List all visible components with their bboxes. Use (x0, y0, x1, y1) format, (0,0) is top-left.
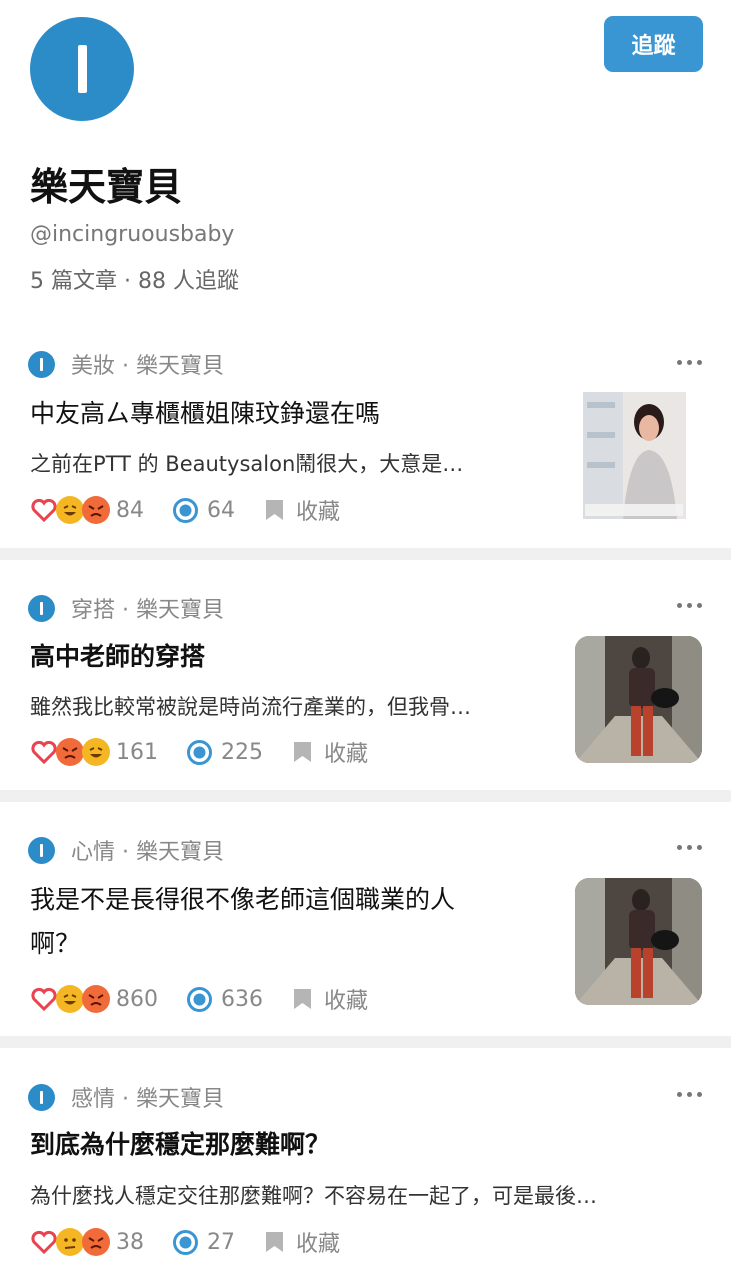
post-meta: 穿搭 · 樂天寶貝 (28, 592, 224, 624)
save-label[interactable]: 收藏 (324, 736, 368, 768)
post-meta: 美妝 · 樂天寶貝 (28, 348, 224, 380)
post-thumbnail[interactable] (575, 636, 702, 763)
comment-count: 64 (207, 497, 235, 523)
post-actions: 84 64 收藏 (30, 494, 340, 526)
post-divider (0, 790, 731, 802)
post-card[interactable]: 美妝 · 樂天寶貝 中友高ㄙ專櫃櫃姐陳玟錚還在嗎 之前在PTT 的 Beauty… (0, 330, 731, 548)
post-category: 心情 · 樂天寶貝 (71, 840, 224, 865)
heart-reaction-icon (30, 985, 58, 1013)
reaction-count: 84 (116, 497, 144, 523)
save-label[interactable]: 收藏 (296, 494, 340, 526)
grumpy-reaction-icon (56, 1228, 84, 1256)
post-meta: 心情 · 樂天寶貝 (28, 834, 224, 866)
post-card[interactable]: 穿搭 · 樂天寶貝 高中老師的穿搭 雖然我比較常被說是時尚流行產業的，但我骨… … (0, 560, 731, 790)
more-options-icon[interactable] (677, 1092, 702, 1097)
angry-reaction-icon (82, 985, 110, 1013)
comment-icon[interactable] (186, 739, 213, 766)
post-card[interactable]: 感情 · 樂天寶貝 到底為什麼穩定那麼難啊？ 為什麼找人穩定交往那麼難啊？不容易… (0, 1048, 731, 1280)
comment-count: 225 (221, 739, 263, 765)
profile-name: 樂天寶貝 (30, 165, 183, 209)
post-card[interactable]: 心情 · 樂天寶貝 我是不是長得很不像老師這個職業的人 啊？ 860 636 收… (0, 802, 731, 1036)
profile-avatar[interactable] (30, 17, 134, 121)
save-label[interactable]: 收藏 (324, 983, 368, 1015)
more-options-icon[interactable] (677, 360, 702, 365)
post-category: 感情 · 樂天寶貝 (71, 1087, 224, 1112)
more-options-icon[interactable] (677, 603, 702, 608)
post-excerpt: 為什麼找人穩定交往那麼難啊？不容易在一起了，可是最後… (30, 1184, 597, 1208)
angry-reaction-icon (82, 1228, 110, 1256)
post-title-line: 我是不是長得很不像老師這個職業的人 (30, 885, 456, 914)
angry-reaction-icon (56, 738, 84, 766)
comment-icon[interactable] (172, 1229, 199, 1256)
comment-icon[interactable] (186, 986, 213, 1013)
author-avatar[interactable] (28, 594, 55, 622)
post-actions: 161 225 收藏 (30, 736, 368, 768)
post-actions: 38 27 收藏 (30, 1226, 340, 1258)
bookmark-icon[interactable] (293, 988, 312, 1010)
heart-reaction-icon (30, 496, 58, 524)
reaction-count: 161 (116, 739, 158, 765)
heart-reaction-icon (30, 1228, 58, 1256)
post-actions: 860 636 收藏 (30, 983, 368, 1015)
comment-count: 636 (221, 986, 263, 1012)
post-title[interactable]: 我是不是長得很不像老師這個職業的人 啊？ (30, 878, 455, 966)
bookmark-icon[interactable] (293, 741, 312, 763)
post-excerpt: 雖然我比較常被說是時尚流行產業的，但我骨… (30, 695, 471, 719)
author-avatar[interactable] (28, 350, 55, 378)
profile-handle: @incingruousbaby (30, 222, 235, 247)
post-title[interactable]: 到底為什麼穩定那麼難啊？ (30, 1123, 330, 1167)
post-divider (0, 1036, 731, 1048)
reaction-count: 860 (116, 986, 158, 1012)
save-label[interactable]: 收藏 (296, 1226, 340, 1258)
author-avatar[interactable] (28, 836, 55, 864)
post-thumbnail[interactable] (583, 392, 686, 519)
comment-icon[interactable] (172, 497, 199, 524)
author-avatar[interactable] (28, 1083, 55, 1111)
bookmark-icon[interactable] (265, 1231, 284, 1253)
bookmark-icon[interactable] (265, 499, 284, 521)
reaction-count: 38 (116, 1229, 144, 1255)
post-divider (0, 548, 731, 560)
post-category: 穿搭 · 樂天寶貝 (71, 598, 224, 623)
profile-stats: 5 篇文章 · 88 人追蹤 (30, 269, 239, 294)
post-title[interactable]: 高中老師的穿搭 (30, 635, 205, 679)
follow-button[interactable]: 追蹤 (604, 16, 703, 72)
comment-count: 27 (207, 1229, 235, 1255)
post-category: 美妝 · 樂天寶貝 (71, 354, 224, 379)
post-title[interactable]: 中友高ㄙ專櫃櫃姐陳玟錚還在嗎 (30, 392, 380, 436)
more-options-icon[interactable] (677, 845, 702, 850)
laugh-reaction-icon (56, 985, 84, 1013)
post-excerpt: 之前在PTT 的 Beautysalon鬧很大，大意是… (30, 452, 464, 476)
post-meta: 感情 · 樂天寶貝 (28, 1081, 224, 1113)
post-title-line: 啊？ (30, 929, 81, 958)
post-thumbnail[interactable] (575, 878, 702, 1005)
heart-reaction-icon (30, 738, 58, 766)
profile-header: 追蹤 樂天寶貝 @incingruousbaby 5 篇文章 · 88 人追蹤 (0, 0, 731, 330)
laugh-reaction-icon (82, 738, 110, 766)
angry-reaction-icon (82, 496, 110, 524)
laugh-reaction-icon (56, 496, 84, 524)
